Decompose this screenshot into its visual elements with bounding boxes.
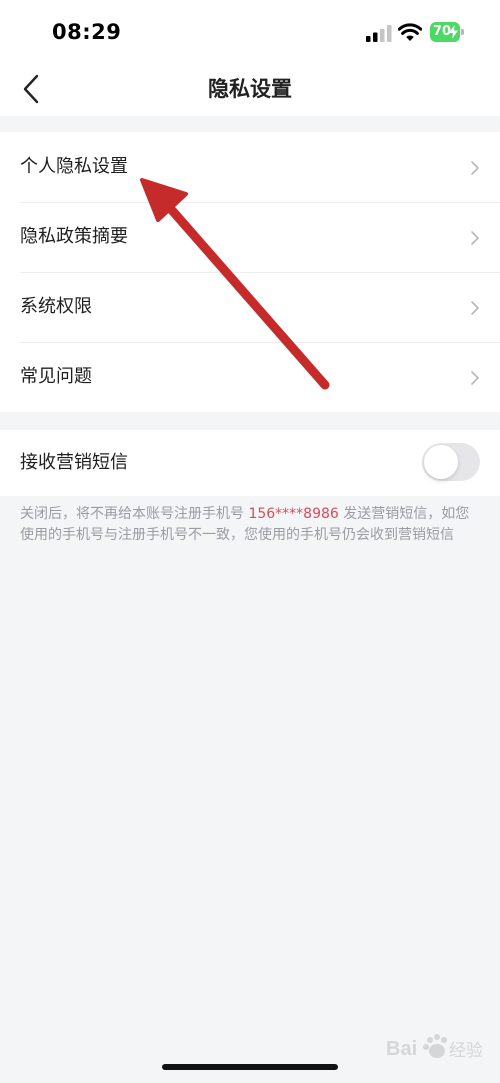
registered-phone-number: 156****8986 <box>248 506 339 522</box>
battery-icon: 70 <box>430 22 464 42</box>
chevron-right-icon <box>471 231 479 245</box>
watermark-logo: Bai 经验 <box>386 1034 483 1061</box>
home-indicator <box>162 1064 338 1070</box>
privacy-menu-list: 个人隐私设置 隐私政策摘要 系统权限 常见问题 <box>0 132 500 412</box>
marketing-sms-label: 接收营销短信 <box>20 452 128 473</box>
chevron-right-icon <box>471 161 479 175</box>
svg-text:Bai: Bai <box>386 1038 417 1060</box>
marketing-sms-toggle[interactable] <box>422 443 480 481</box>
wifi-icon <box>398 23 422 41</box>
note-text-before: 关闭后，将不再给本账号注册手机号 <box>20 506 249 522</box>
menu-item-system-permissions[interactable]: 系统权限 <box>0 272 500 342</box>
toggle-knob <box>424 445 458 479</box>
menu-item-personal-privacy[interactable]: 个人隐私设置 <box>0 132 500 202</box>
svg-text:经验: 经验 <box>449 1041 483 1061</box>
chevron-right-icon <box>471 371 479 385</box>
menu-item-label: 系统权限 <box>20 296 92 317</box>
menu-item-faq[interactable]: 常见问题 <box>0 342 500 412</box>
marketing-sms-note: 关闭后，将不再给本账号注册手机号 156****8986 发送营销短信，如您使用… <box>20 504 482 546</box>
chevron-right-icon <box>471 301 479 315</box>
marketing-sms-row: 接收营销短信 <box>0 430 500 496</box>
menu-item-privacy-policy-summary[interactable]: 隐私政策摘要 <box>0 202 500 272</box>
baidu-jingyan-watermark: Bai 经验 <box>386 1030 490 1066</box>
bolt-icon <box>449 25 458 39</box>
menu-item-label: 常见问题 <box>20 366 92 387</box>
page-title: 隐私设置 <box>208 77 292 101</box>
signal-icon <box>366 25 392 42</box>
menu-item-label: 个人隐私设置 <box>20 156 128 177</box>
nav-bar: 隐私设置 <box>0 62 500 116</box>
menu-item-label: 隐私政策摘要 <box>20 226 128 247</box>
chevron-left-icon <box>23 74 39 104</box>
battery-cap <box>461 29 464 35</box>
status-bar: 08:29 70 <box>0 0 500 62</box>
status-time: 08:29 <box>52 20 122 44</box>
back-button[interactable] <box>16 72 50 106</box>
